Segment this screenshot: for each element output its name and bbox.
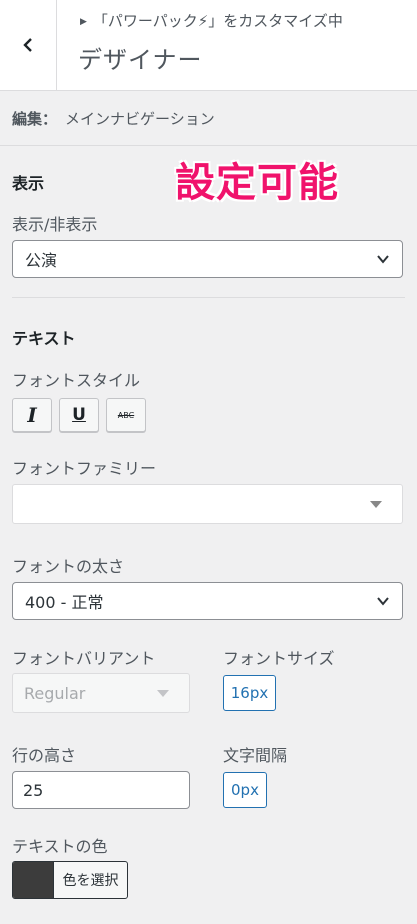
font-variant-value: Regular [24,683,86,703]
color-swatch [13,862,54,898]
edit-label: 編集： [12,109,58,128]
line-height-label: 行の高さ [12,746,77,765]
section-divider [12,297,405,298]
underline-icon: U [72,405,86,425]
strikethrough-button[interactable]: ABC [106,398,146,432]
font-size-label: フォントサイズ [223,649,335,668]
triangle-icon: ▶ [80,17,87,27]
letter-spacing-input[interactable]: 0px [223,772,267,808]
chevron-down-icon [377,255,389,264]
configurable-overlay: 設定可能 [175,160,339,206]
customizing-subtitle: ▶ 「パワーパック⚡」をカスタマイズ中 [80,10,343,31]
font-family-label: フォントファミリー [12,459,157,478]
text-section-title: テキスト [12,329,76,348]
back-button[interactable] [0,0,57,90]
font-weight-value: 400 - 正常 [25,593,104,612]
chevron-left-icon [23,38,32,52]
font-weight-label: フォントの太さ [12,557,125,576]
italic-button[interactable]: I [12,398,52,432]
edit-value: メインナビゲーション [65,109,215,128]
line-height-value: 25 [23,780,44,800]
visibility-label: 表示/非表示 [12,215,98,234]
visibility-select[interactable]: 公演 [12,240,403,278]
underline-button[interactable]: U [59,398,99,432]
font-family-select[interactable] [12,484,403,524]
font-weight-select[interactable]: 400 - 正常 [12,582,403,620]
strikethrough-icon: ABC [117,410,135,420]
select-color-label: 色を選択 [62,873,119,889]
dropdown-arrow-icon [370,501,382,508]
line-height-input[interactable]: 25 [12,771,190,809]
text-color-picker[interactable]: 色を選択 [12,861,128,899]
italic-icon: I [27,403,37,427]
chevron-down-icon [377,597,389,606]
font-size-input[interactable]: 16px [223,675,276,711]
text-color-label: テキストの色 [12,837,108,856]
letter-spacing-label: 文字間隔 [223,746,288,765]
font-variant-label: フォントバリアント [12,649,156,668]
visibility-value: 公演 [25,251,58,270]
edit-context: 編集： メインナビゲーション [0,91,417,146]
display-section-title: 表示 [12,174,45,193]
dropdown-arrow-icon [157,690,169,697]
subtitle-text: 「パワーパック⚡」をカスタマイズ中 [92,12,343,30]
font-style-label: フォントスタイル [12,371,141,390]
panel-title: デザイナー [78,46,203,74]
customizer-header: ▶ 「パワーパック⚡」をカスタマイズ中 デザイナー [0,0,417,91]
font-variant-select: Regular [12,673,190,713]
